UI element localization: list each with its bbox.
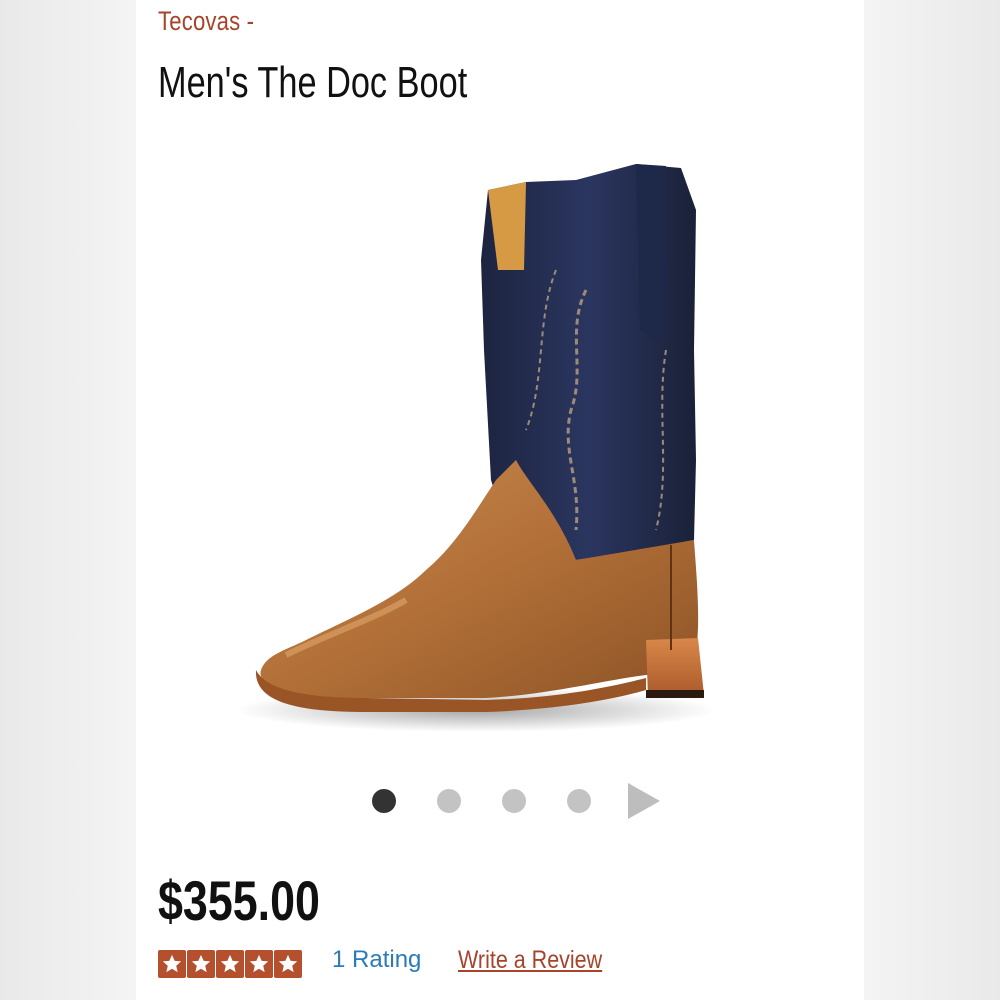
product-title: Men's The Doc Boot [158, 58, 468, 107]
rating-row: 1 Rating Write a Review [158, 946, 858, 980]
star-icon [187, 950, 215, 978]
carousel-dot-4[interactable] [567, 789, 591, 813]
image-carousel-controls [372, 780, 672, 824]
left-background [0, 0, 136, 1000]
product-panel: Tecovas - Men's The Doc Boot $355.00 1 R… [136, 0, 864, 1000]
right-background [864, 0, 1000, 1000]
carousel-dot-3[interactable] [502, 789, 526, 813]
brand-link[interactable]: Tecovas - [158, 6, 254, 37]
star-rating [158, 950, 303, 978]
star-icon [274, 950, 302, 978]
carousel-dot-2[interactable] [437, 789, 461, 813]
star-icon [158, 950, 186, 978]
write-review-link[interactable]: Write a Review [458, 946, 602, 975]
boot-illustration [236, 164, 716, 732]
next-arrow-icon[interactable] [628, 783, 660, 819]
carousel-dot-1[interactable] [372, 789, 396, 813]
star-icon [245, 950, 273, 978]
product-image[interactable] [226, 150, 746, 740]
rating-count-link[interactable]: 1 Rating [332, 946, 421, 974]
star-icon [216, 950, 244, 978]
product-price: $355.00 [158, 869, 320, 932]
